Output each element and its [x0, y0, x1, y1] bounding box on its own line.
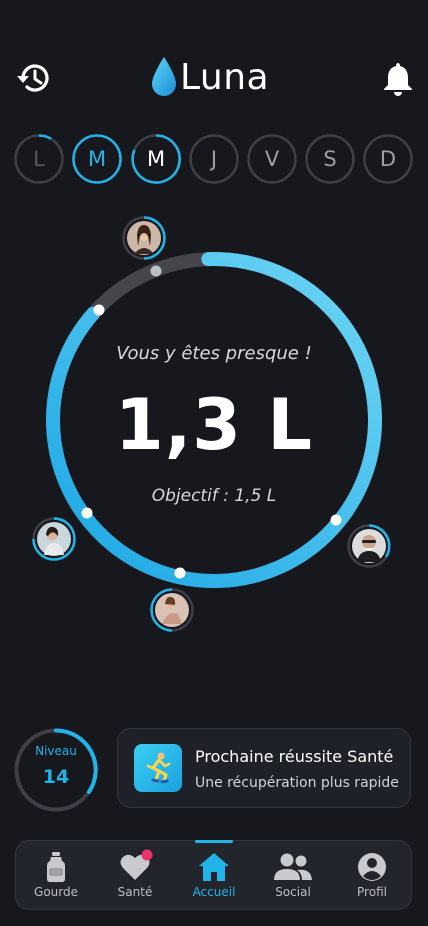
- profile-icon: [358, 853, 386, 881]
- friend-marker: [81, 507, 93, 519]
- nav-item-sante[interactable]: Santé: [96, 841, 174, 909]
- friend-marker: [330, 514, 342, 526]
- achievement-subtitle: Une récupération plus rapide: [195, 775, 399, 791]
- friend-avatar[interactable]: [150, 588, 194, 632]
- friend-marker: [150, 265, 162, 277]
- current-intake: 1,3 L: [115, 384, 313, 466]
- friend-avatar[interactable]: [32, 517, 76, 561]
- runner-icon: [134, 744, 182, 792]
- friend-avatar[interactable]: [122, 216, 166, 260]
- next-achievement-card[interactable]: Prochaine réussite Santé Une récupératio…: [117, 728, 411, 808]
- encouragement-text: Vous y êtes presque !: [116, 343, 312, 364]
- friend-marker: [93, 304, 105, 316]
- level-indicator[interactable]: Niveau 14: [14, 728, 98, 812]
- nav-item-accueil[interactable]: Accueil: [175, 840, 253, 909]
- bottom-navigation: Gourde Santé Accueil Social Profil: [15, 840, 412, 910]
- friend-marker: [174, 567, 186, 579]
- nav-item-gourde[interactable]: Gourde: [17, 841, 95, 909]
- home-icon: [199, 853, 229, 881]
- nav-label: Santé: [117, 885, 153, 899]
- nav-item-social[interactable]: Social: [254, 841, 332, 909]
- daily-goal: Objectif : 1,5 L: [151, 486, 277, 506]
- achievement-title: Prochaine réussite Santé: [195, 747, 394, 766]
- people-icon: [274, 853, 312, 880]
- active-tab-indicator: [195, 840, 233, 843]
- nav-label: Gourde: [34, 885, 78, 899]
- level-label: Niveau: [35, 744, 77, 758]
- level-value: 14: [42, 766, 70, 788]
- nav-label: Profil: [357, 885, 387, 899]
- notification-badge: [141, 849, 153, 861]
- nav-item-profil[interactable]: Profil: [333, 841, 411, 909]
- bottle-icon: [47, 852, 65, 882]
- nav-label: Accueil: [192, 885, 236, 899]
- friend-avatar[interactable]: [347, 524, 391, 568]
- nav-label: Social: [275, 885, 311, 899]
